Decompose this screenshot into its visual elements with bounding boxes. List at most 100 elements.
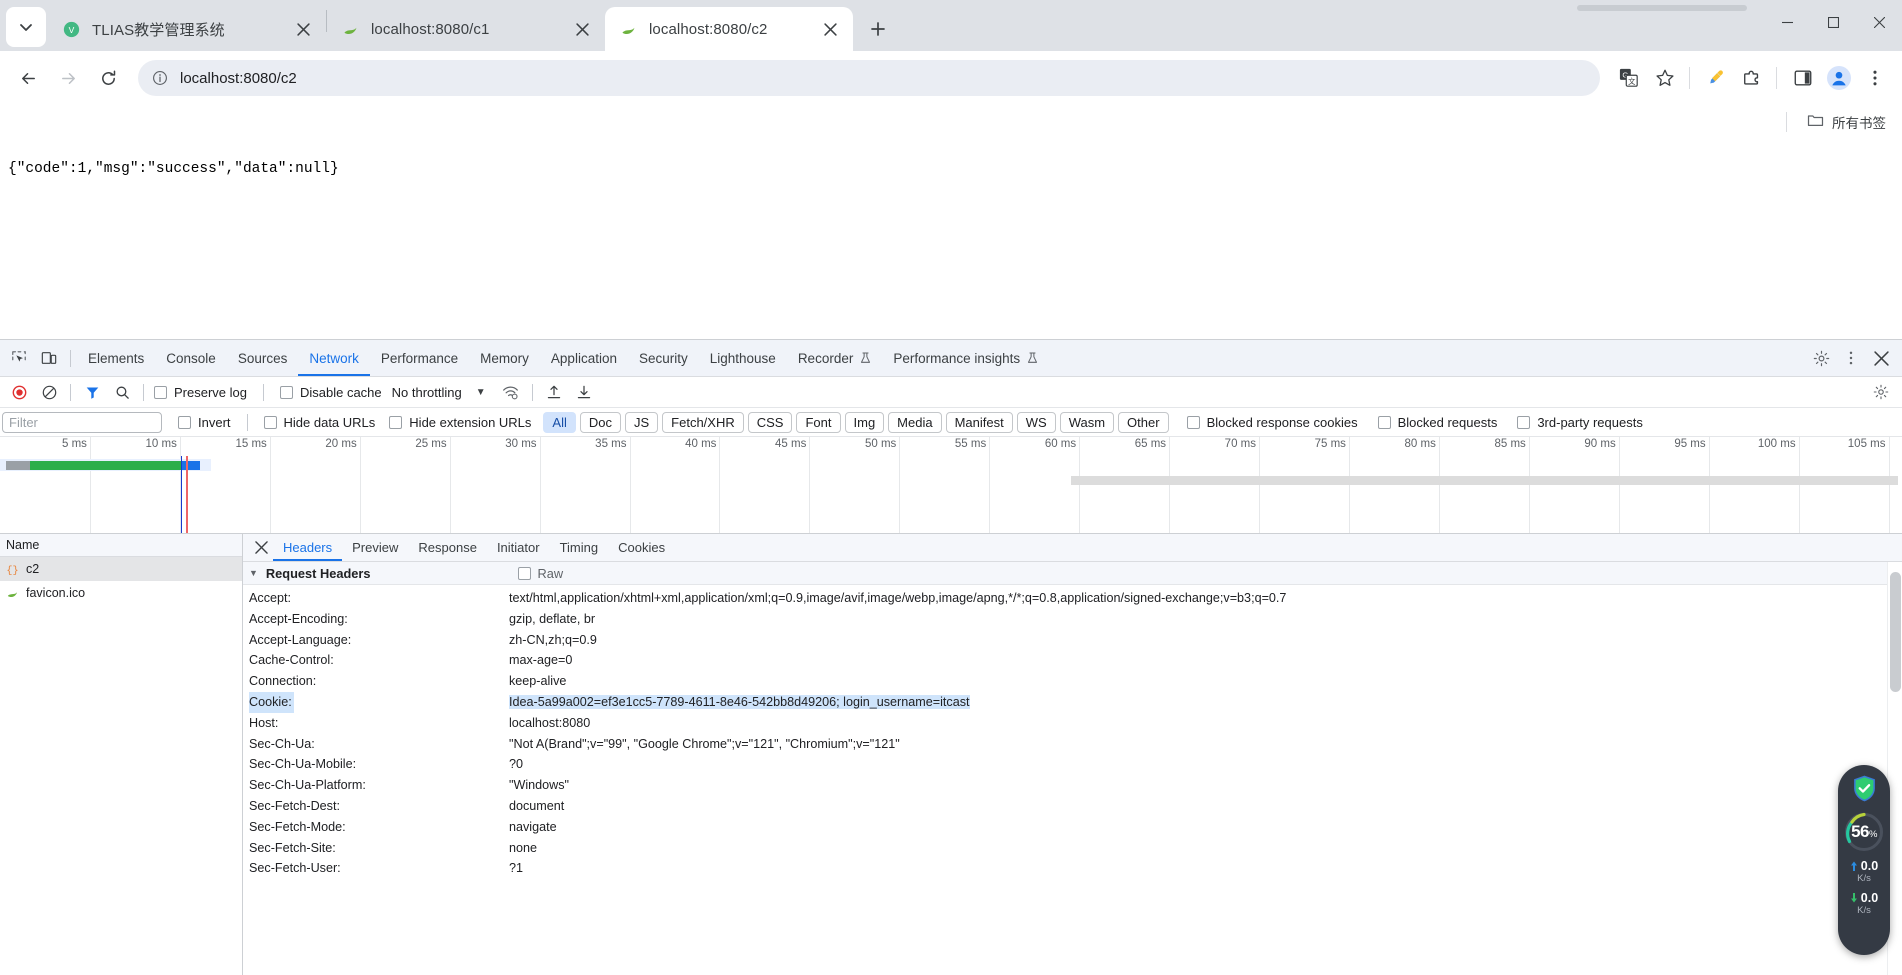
filter-type-media[interactable]: Media	[888, 411, 942, 433]
search-icon[interactable]	[107, 377, 137, 407]
header-row[interactable]: Accept: text/html,application/xhtml+xml,a…	[243, 588, 1902, 609]
reload-button[interactable]	[90, 60, 126, 96]
devtools-tab-performance[interactable]: Performance	[370, 340, 469, 376]
back-button[interactable]	[10, 60, 46, 96]
devtools-tab-elements[interactable]: Elements	[77, 340, 155, 376]
detail-tab-headers[interactable]: Headers	[273, 534, 342, 561]
devtools-tab-sources[interactable]: Sources	[227, 340, 299, 376]
request-headers-section-header[interactable]: ▼ Request Headers Raw	[243, 562, 1902, 585]
translate-icon[interactable]: G文	[1612, 61, 1646, 95]
detail-tab-cookies[interactable]: Cookies	[608, 534, 675, 561]
request-row[interactable]: favicon.ico	[0, 581, 242, 605]
header-row[interactable]: Sec-Ch-Ua: "Not A(Brand";v="99", "Google …	[243, 734, 1902, 755]
header-row[interactable]: Sec-Fetch-Dest: document	[243, 796, 1902, 817]
devtools-tab-lighthouse[interactable]: Lighthouse	[699, 340, 787, 376]
address-bar[interactable]: localhost:8080/c2	[138, 60, 1600, 96]
tab-2[interactable]: localhost:8080/c2	[605, 7, 853, 51]
side-panel-icon[interactable]	[1786, 61, 1820, 95]
invert-checkbox[interactable]: Invert	[178, 415, 231, 430]
network-overview-timeline[interactable]: 5 ms 10 ms 15 ms 20 ms 25 ms 30 ms 35 ms 40 ms 4…	[0, 437, 1902, 534]
close-panel-icon[interactable]	[249, 536, 273, 560]
raw-toggle-checkbox[interactable]: Raw	[518, 566, 563, 581]
filter-type-all[interactable]: All	[543, 411, 576, 433]
tab-close-button[interactable]	[290, 16, 316, 42]
minimize-button[interactable]	[1764, 0, 1810, 44]
inspect-element-icon[interactable]	[4, 343, 34, 373]
clear-network-icon[interactable]	[34, 377, 64, 407]
filter-type-img[interactable]: Img	[844, 411, 885, 433]
devtools-tab-network[interactable]: Network	[298, 340, 370, 376]
tab-1[interactable]: localhost:8080/c1	[327, 7, 605, 51]
header-row[interactable]: Cache-Control: max-age=0	[243, 650, 1902, 671]
devtools-tab-recorder[interactable]: Recorder	[787, 340, 883, 376]
devtools-tab-performance-insights[interactable]: Performance insights	[882, 340, 1049, 376]
header-row[interactable]: Accept-Language: zh-CN,zh;q=0.9	[243, 630, 1902, 651]
detail-tab-preview[interactable]: Preview	[342, 534, 408, 561]
preserve-log-checkbox[interactable]: Preserve log	[154, 385, 247, 400]
network-settings-gear-icon[interactable]	[1866, 377, 1896, 407]
filter-funnel-icon[interactable]	[77, 377, 107, 407]
header-row[interactable]: Sec-Ch-Ua-Platform: "Windows"	[243, 775, 1902, 796]
all-bookmarks-button[interactable]: 所有书签	[1801, 108, 1892, 136]
filter-type-ws[interactable]: WS	[1016, 411, 1056, 433]
site-info-icon[interactable]	[152, 70, 168, 86]
filter-type-font[interactable]: Font	[796, 411, 841, 433]
eyedropper-icon[interactable]	[1699, 61, 1733, 95]
bookmark-star-icon[interactable]	[1648, 61, 1682, 95]
chrome-menu-icon[interactable]	[1858, 61, 1892, 95]
network-speed-widget[interactable]: 56% 0.0 K/s 0.0 K/s	[1838, 765, 1890, 955]
request-row[interactable]: {} c2	[0, 557, 242, 581]
blocked-response-cookies-checkbox[interactable]: Blocked response cookies	[1186, 415, 1358, 430]
filter-type-wasm[interactable]: Wasm	[1059, 411, 1115, 433]
network-conditions-icon[interactable]	[496, 377, 526, 407]
detail-tab-timing[interactable]: Timing	[550, 534, 609, 561]
throttling-dropdown[interactable]: No throttling ▼	[392, 385, 486, 400]
more-options-icon[interactable]	[1836, 343, 1866, 373]
forward-button[interactable]	[50, 60, 86, 96]
hide-extension-urls-checkbox[interactable]: Hide extension URLs	[389, 415, 531, 430]
filter-type-js[interactable]: JS	[625, 411, 659, 433]
record-stop-icon[interactable]	[4, 377, 34, 407]
filter-type-other[interactable]: Other	[1118, 411, 1169, 433]
hide-data-urls-checkbox[interactable]: Hide data URLs	[263, 415, 375, 430]
new-tab-button[interactable]	[861, 12, 895, 46]
filter-type-css[interactable]: CSS	[747, 411, 793, 433]
request-list-header[interactable]: Name	[0, 534, 242, 557]
settings-gear-icon[interactable]	[1806, 343, 1836, 373]
header-row[interactable]: Cookie: Idea-5a99a002=ef3e1cc5-7789-4611-…	[243, 691, 1902, 713]
maximize-button[interactable]	[1810, 0, 1856, 44]
detail-tab-response[interactable]: Response	[408, 534, 487, 561]
devtools-tab-security[interactable]: Security	[628, 340, 699, 376]
header-row[interactable]: Sec-Fetch-Site: none	[243, 838, 1902, 859]
tab-close-button[interactable]	[817, 16, 843, 42]
disclosure-triangle-icon[interactable]: ▼	[249, 568, 258, 578]
device-toolbar-icon[interactable]	[34, 343, 64, 373]
filter-type-doc[interactable]: Doc	[579, 411, 621, 433]
close-window-button[interactable]	[1856, 0, 1902, 44]
import-har-icon[interactable]	[539, 377, 569, 407]
tab-search-button[interactable]	[6, 7, 46, 47]
devtools-tab-application[interactable]: Application	[540, 340, 628, 376]
blocked-requests-checkbox[interactable]: Blocked requests	[1377, 415, 1497, 430]
header-row[interactable]: Sec-Fetch-Mode: navigate	[243, 817, 1902, 838]
tab-0[interactable]: V TLIAS教学管理系统	[48, 7, 326, 51]
filter-input[interactable]: Filter	[2, 411, 162, 433]
tab-close-button[interactable]	[569, 16, 595, 42]
scrollbar-thumb[interactable]	[1890, 572, 1901, 692]
disable-cache-checkbox[interactable]: Disable cache	[279, 385, 382, 400]
third-party-requests-checkbox[interactable]: 3rd-party requests	[1517, 415, 1643, 430]
close-devtools-icon[interactable]	[1866, 343, 1896, 373]
devtools-tab-memory[interactable]: Memory	[469, 340, 540, 376]
devtools-tab-console[interactable]: Console	[155, 340, 227, 376]
header-row[interactable]: Sec-Fetch-User: ?1	[243, 858, 1902, 879]
header-row[interactable]: Host: localhost:8080	[243, 713, 1902, 734]
filter-type-manifest[interactable]: Manifest	[945, 411, 1013, 433]
header-row[interactable]: Sec-Ch-Ua-Mobile: ?0	[243, 754, 1902, 775]
header-row[interactable]: Connection: keep-alive	[243, 671, 1902, 692]
profile-avatar-icon[interactable]	[1822, 61, 1856, 95]
extensions-icon[interactable]	[1735, 61, 1769, 95]
export-har-icon[interactable]	[569, 377, 599, 407]
filter-type-fetch-xhr[interactable]: Fetch/XHR	[662, 411, 744, 433]
header-row[interactable]: Accept-Encoding: gzip, deflate, br	[243, 609, 1902, 630]
detail-tab-initiator[interactable]: Initiator	[487, 534, 550, 561]
